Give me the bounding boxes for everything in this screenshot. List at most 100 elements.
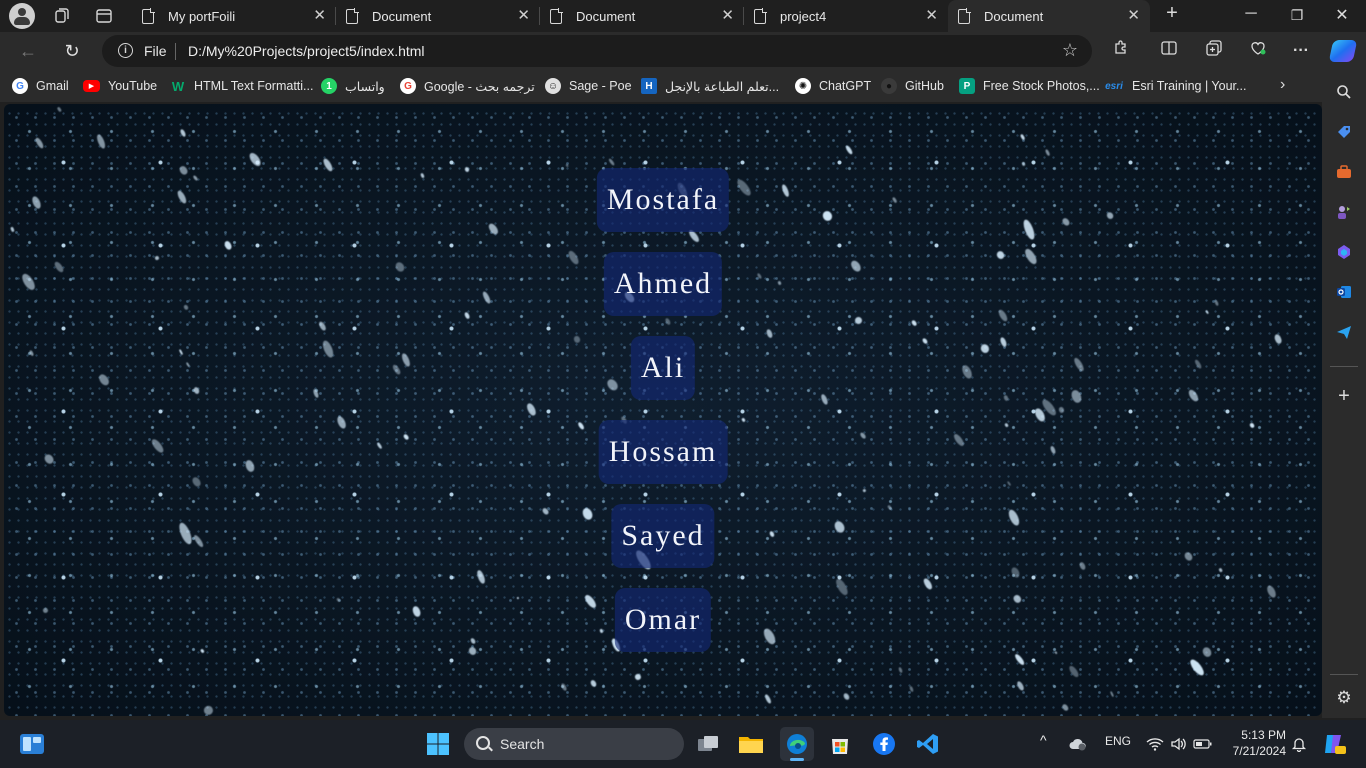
tab-3[interactable]: project4 ✕ xyxy=(744,0,948,32)
volume-icon[interactable] xyxy=(1168,732,1190,756)
tools-toolbox-icon[interactable] xyxy=(1334,162,1354,182)
google-icon: G xyxy=(400,78,416,94)
facebook-icon[interactable] xyxy=(870,730,898,758)
send-telegram-icon[interactable] xyxy=(1334,322,1354,342)
workspaces-icon[interactable] xyxy=(50,4,74,28)
bookmarks-chevron-right-icon[interactable]: › xyxy=(1280,76,1285,94)
github-icon: ● xyxy=(881,78,897,94)
file-explorer-icon[interactable] xyxy=(737,730,765,758)
search-label: Search xyxy=(500,736,545,752)
outlook-icon[interactable] xyxy=(1334,282,1354,302)
w3-icon: W xyxy=(171,78,185,94)
bookmark-google-translate[interactable]: G Google - ترجمه بحث xyxy=(400,77,535,95)
name-item-omar: Omar xyxy=(614,588,712,652)
back-arrow-icon[interactable]: ← xyxy=(16,39,40,63)
tab-actions-icon[interactable] xyxy=(92,4,116,28)
close-tab-icon[interactable]: ✕ xyxy=(517,8,530,24)
tab-label: Document xyxy=(576,8,636,24)
page-icon xyxy=(142,8,155,24)
tab-1[interactable]: Document ✕ xyxy=(336,0,540,32)
more-menu-icon[interactable]: ··· xyxy=(1289,39,1313,63)
edge-browser-icon[interactable] xyxy=(780,727,814,761)
widgets-icon[interactable] xyxy=(18,730,46,758)
close-window-icon[interactable]: ✕ xyxy=(1327,5,1357,25)
browser-essentials-icon[interactable] xyxy=(1246,39,1270,63)
close-tab-icon[interactable]: ✕ xyxy=(1127,8,1140,24)
bookmark-html-text-formatting[interactable]: W HTML Text Formatti... xyxy=(170,77,314,95)
windows-taskbar: Search ^ ENG 5:13 PM 7/21/2024 xyxy=(0,720,1366,768)
h-icon: H xyxy=(641,78,657,94)
tab-2[interactable]: Document ✕ xyxy=(540,0,744,32)
shopping-tag-icon[interactable] xyxy=(1334,122,1354,142)
wifi-icon[interactable] xyxy=(1144,732,1166,756)
input-language[interactable]: ENG xyxy=(1105,734,1131,748)
page-icon xyxy=(754,8,767,24)
pexels-icon: P xyxy=(959,78,975,94)
minimize-icon[interactable]: ─ xyxy=(1236,5,1266,23)
scheme-label: File xyxy=(144,43,167,59)
sidebar-settings-gear-icon[interactable]: ⚙ xyxy=(1334,688,1354,708)
microsoft-store-icon[interactable] xyxy=(826,730,854,758)
name-item-sayed: Sayed xyxy=(611,504,715,568)
collections-icon[interactable] xyxy=(1202,39,1226,63)
games-icon[interactable] xyxy=(1334,202,1354,222)
tab-label: Document xyxy=(372,8,432,24)
vscode-icon[interactable] xyxy=(914,730,942,758)
onedrive-sync-icon[interactable] xyxy=(1066,732,1090,756)
bookmark-typing-lessons[interactable]: H تعلم الطباعة بالإنجل... xyxy=(641,77,779,95)
bookmark-chatgpt[interactable]: ✺ ChatGPT xyxy=(795,77,871,95)
names-list: Mostafa Ahmed Ali Hossam Sayed Omar xyxy=(4,104,1322,716)
url-text[interactable]: D:/My%20Projects/project5/index.html xyxy=(188,43,425,59)
search-icon[interactable] xyxy=(1334,82,1354,102)
windows-start-icon[interactable] xyxy=(424,730,452,758)
system-clock[interactable]: 5:13 PM 7/21/2024 xyxy=(1226,727,1286,759)
taskbar-search[interactable]: Search xyxy=(464,728,684,760)
bookmark-esri-training[interactable]: esri Esri Training | Your... xyxy=(1104,77,1246,95)
chatgpt-icon: ✺ xyxy=(795,78,811,94)
bookmark-gmail[interactable]: G Gmail xyxy=(12,77,69,95)
battery-icon[interactable] xyxy=(1192,732,1214,756)
page-icon xyxy=(346,8,359,24)
edge-sidebar: + ⚙ xyxy=(1322,70,1366,718)
extensions-icon[interactable] xyxy=(1109,39,1133,63)
close-tab-icon[interactable]: ✕ xyxy=(925,8,938,24)
bookmark-github[interactable]: ● GitHub xyxy=(881,77,944,95)
favorite-star-icon[interactable]: ☆ xyxy=(1062,40,1078,61)
copilot-sidebar-icon[interactable] xyxy=(1334,242,1354,262)
bookmark-youtube[interactable]: ▶ YouTube xyxy=(83,77,157,95)
tab-4-active[interactable]: Document ✕ xyxy=(948,0,1150,32)
bookmark-sage-poe[interactable]: ☺ Sage - Poe xyxy=(545,77,632,95)
tab-label: Document xyxy=(984,8,1044,24)
split-screen-icon[interactable] xyxy=(1157,39,1181,63)
clock-date: 7/21/2024 xyxy=(1232,744,1286,758)
restore-icon[interactable]: ❐ xyxy=(1282,7,1312,24)
profile-avatar-icon[interactable] xyxy=(9,3,35,29)
clock-time: 5:13 PM xyxy=(1241,728,1286,742)
notifications-bell-icon[interactable] xyxy=(1288,732,1310,756)
name-item-mostafa: Mostafa xyxy=(596,168,730,232)
close-tab-icon[interactable]: ✕ xyxy=(721,8,734,24)
close-tab-icon[interactable]: ✕ xyxy=(313,8,326,24)
copilot-taskbar-icon[interactable] xyxy=(1320,730,1348,758)
tab-label: project4 xyxy=(780,8,827,24)
new-tab-button[interactable]: + xyxy=(1157,2,1187,25)
add-sidebar-app-icon[interactable]: + xyxy=(1334,385,1354,407)
page-icon xyxy=(958,8,971,24)
name-item-hossam: Hossam xyxy=(598,420,728,484)
google-icon: G xyxy=(12,78,28,94)
bookmark-free-stock-photos[interactable]: P Free Stock Photos,... xyxy=(959,77,1100,95)
bookmark-whatsapp[interactable]: 1 واتساب xyxy=(321,77,385,95)
refresh-icon[interactable]: ↻ xyxy=(60,39,84,63)
name-item-ahmed: Ahmed xyxy=(603,252,723,316)
tab-0[interactable]: My portFoili ✕ xyxy=(132,0,336,32)
page-viewport: Mostafa Ahmed Ali Hossam Sayed Omar xyxy=(4,104,1322,716)
show-hidden-icons-chevron-up-icon[interactable]: ^ xyxy=(1040,732,1047,748)
navigation-bar: ← ↻ i File D:/My%20Projects/project5/ind… xyxy=(0,32,1366,70)
esri-icon: esri xyxy=(1105,80,1123,92)
whatsapp-icon: 1 xyxy=(321,78,337,94)
poe-icon: ☺ xyxy=(545,78,561,94)
task-view-icon[interactable] xyxy=(694,730,722,758)
address-bar[interactable]: i File D:/My%20Projects/project5/index.h… xyxy=(102,35,1092,67)
youtube-icon: ▶ xyxy=(83,80,100,92)
site-info-icon[interactable]: i xyxy=(118,43,133,58)
